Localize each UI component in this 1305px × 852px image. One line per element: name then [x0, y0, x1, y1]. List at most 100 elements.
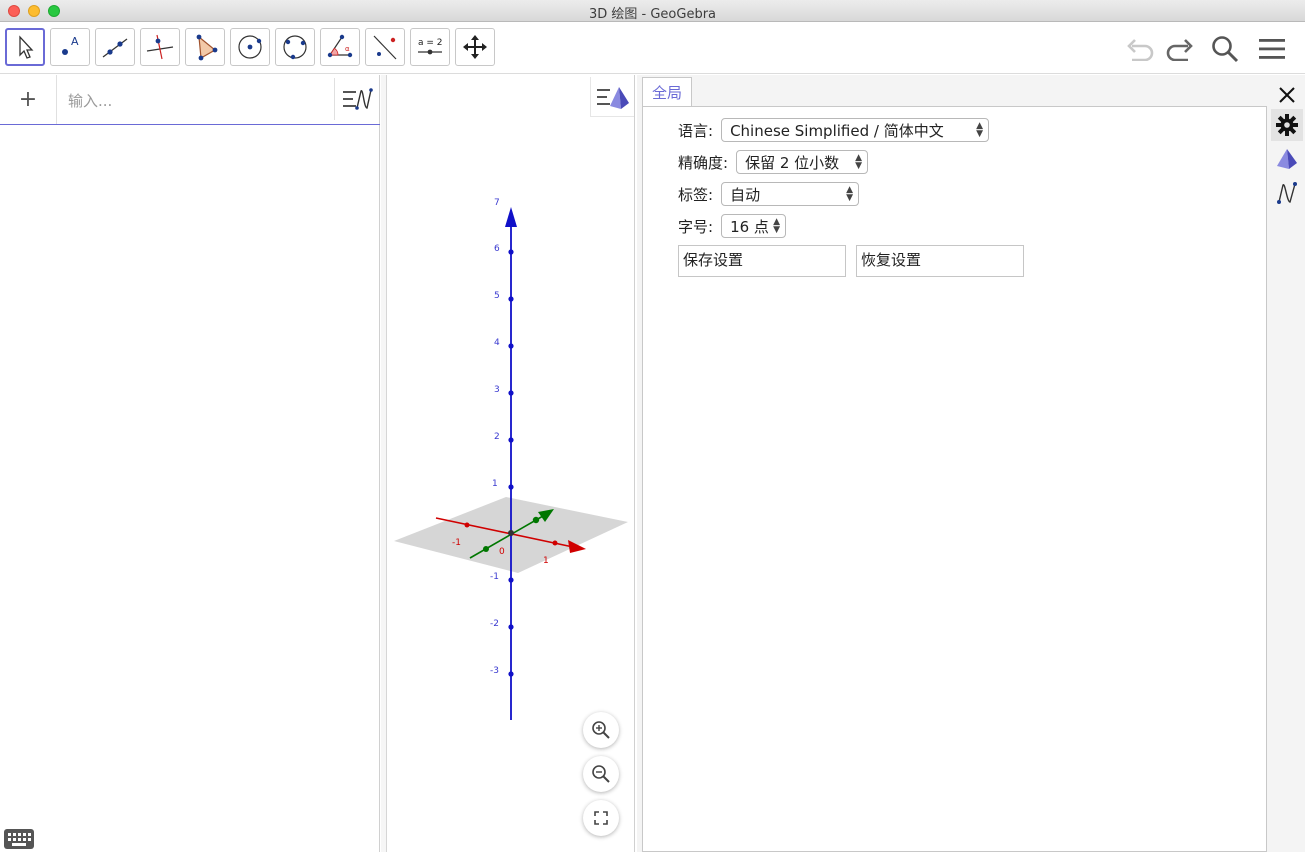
slider-label: a = 2 — [418, 38, 443, 48]
x-tick — [464, 522, 470, 528]
point-icon: A — [62, 35, 79, 55]
redo-button[interactable] — [1162, 32, 1196, 66]
keyboard-icon — [8, 833, 31, 846]
close-icon — [1279, 87, 1295, 103]
font-size-value: 16 点 — [730, 217, 769, 236]
graphics-3d-settings-button[interactable] — [1271, 143, 1303, 175]
graphics-3d-view[interactable]: 7 6 5 4 3 2 1 -1 -2 -3 -1 1 0 — [388, 75, 635, 852]
tab-global[interactable]: 全局 — [642, 77, 692, 107]
tool-move-graphics[interactable] — [455, 28, 495, 66]
origin-label: 0 — [499, 547, 505, 557]
settings-panel: 全局 语言: Chinese Simplified / 简体中文 ▲ ▼ 精确度:… — [637, 75, 1305, 852]
menu-button[interactable] — [1255, 32, 1289, 66]
rounding-row: 精确度: 保留 2 位小数 ▲ ▼ — [678, 149, 869, 175]
x-tick-label: -1 — [452, 538, 461, 548]
rounding-value: 保留 2 位小数 — [745, 153, 840, 172]
tool-perpendicular[interactable] — [140, 28, 180, 66]
z-axis-arrow — [505, 207, 517, 227]
tool-slider[interactable]: a = 2 — [410, 28, 450, 66]
move-arrows-icon — [463, 35, 487, 59]
rounding-select[interactable]: 保留 2 位小数 ▲ ▼ — [736, 150, 869, 174]
rounding-label: 精确度: — [678, 153, 729, 172]
algebra-style-button[interactable] — [334, 78, 378, 120]
title-bar: 3D 绘图 - GeoGebra — [0, 0, 1305, 22]
zoom-in-button[interactable] — [583, 712, 619, 748]
algebra-style-icon — [342, 88, 373, 110]
z-tick-label: 6 — [494, 244, 500, 254]
line-icon — [102, 38, 128, 58]
add-item-button[interactable]: + — [0, 75, 57, 124]
keyboard-button[interactable] — [4, 829, 34, 849]
geogebra-window: 3D 绘图 - GeoGebra A α a = 2 + 输入... 7 6 5… — [0, 0, 1305, 852]
global-settings-button[interactable] — [1271, 109, 1303, 141]
origin-point — [508, 530, 514, 536]
y-tick — [532, 516, 540, 524]
updown-arrows-icon: ▲ ▼ — [846, 185, 854, 203]
tool-polygon[interactable] — [185, 28, 225, 66]
panel-splitter[interactable] — [381, 75, 387, 852]
labeling-select[interactable]: 自动 ▲ ▼ — [721, 182, 860, 206]
hamburger-menu-icon — [1259, 39, 1285, 59]
z-tick-label: 1 — [492, 479, 498, 489]
undo-button[interactable] — [1124, 32, 1158, 66]
language-row: 语言: Chinese Simplified / 简体中文 ▲ ▼ — [678, 117, 990, 143]
z-tick-label: 2 — [494, 432, 500, 442]
slider-icon: a = 2 — [418, 38, 443, 55]
restore-settings-button[interactable]: 恢复设置 — [856, 245, 1024, 277]
3d-pyramid-icon — [1277, 149, 1297, 169]
toolbar: A α a = 2 — [0, 22, 1305, 74]
z-tick-label: -2 — [490, 619, 499, 629]
fullscreen-icon — [594, 811, 608, 825]
font-size-label: 字号: — [678, 217, 714, 236]
x-tick — [552, 540, 558, 546]
updown-arrows-icon: ▲ ▼ — [976, 121, 984, 139]
tool-point[interactable]: A — [50, 28, 90, 66]
search-button[interactable] — [1208, 32, 1242, 66]
graphics-style-button[interactable] — [590, 77, 634, 117]
language-value: Chinese Simplified / 简体中文 — [730, 121, 944, 140]
updown-arrows-icon: ▲ ▼ — [773, 217, 781, 235]
z-tick-label: 3 — [494, 385, 500, 395]
gear-icon — [1276, 114, 1298, 136]
algebra-input-row: + 输入... — [0, 75, 380, 125]
zoom-in-icon — [592, 721, 610, 739]
z-tick-label: 7 — [494, 198, 500, 208]
language-label: 语言: — [678, 121, 714, 140]
settings-sidebar — [1268, 75, 1305, 852]
reflect-line-icon — [373, 35, 397, 60]
tool-angle[interactable]: α — [320, 28, 360, 66]
svg-text:A: A — [71, 35, 79, 48]
algebra-settings-button[interactable] — [1271, 177, 1303, 209]
language-select[interactable]: Chinese Simplified / 简体中文 ▲ ▼ — [721, 118, 990, 142]
tool-circle-three-points[interactable] — [275, 28, 315, 66]
svg-text:α: α — [345, 45, 350, 53]
zoom-out-button[interactable] — [583, 756, 619, 792]
angle-icon: α — [327, 34, 353, 58]
updown-arrows-icon: ▲ ▼ — [855, 153, 863, 171]
function-graph-icon — [1277, 182, 1297, 204]
zoom-out-icon — [592, 765, 610, 783]
x-tick-label: 1 — [543, 556, 549, 566]
tool-line[interactable] — [95, 28, 135, 66]
labeling-label: 标签: — [678, 185, 714, 204]
3d-view-style-icon — [596, 86, 629, 109]
z-tick-label: -3 — [490, 666, 499, 676]
algebra-input[interactable]: 输入... — [68, 90, 112, 111]
window-title: 3D 绘图 - GeoGebra — [588, 7, 717, 22]
tool-move[interactable] — [5, 28, 45, 66]
circle-three-points-icon — [283, 35, 307, 60]
close-settings-button[interactable] — [1271, 79, 1303, 111]
fullscreen-button[interactable] — [583, 800, 619, 836]
arrow-cursor-icon — [19, 35, 34, 59]
tool-circle[interactable] — [230, 28, 270, 66]
z-tick-label: -1 — [490, 572, 499, 582]
font-size-select[interactable]: 16 点 ▲ ▼ — [721, 214, 787, 238]
save-settings-button[interactable]: 保存设置 — [678, 245, 846, 277]
redo-icon — [1166, 39, 1193, 61]
undo-icon — [1127, 39, 1154, 61]
search-icon — [1212, 36, 1239, 63]
tool-reflect[interactable] — [365, 28, 405, 66]
z-tick-label: 4 — [494, 338, 500, 348]
y-tick — [483, 546, 489, 552]
algebra-view: + 输入... — [0, 75, 380, 852]
